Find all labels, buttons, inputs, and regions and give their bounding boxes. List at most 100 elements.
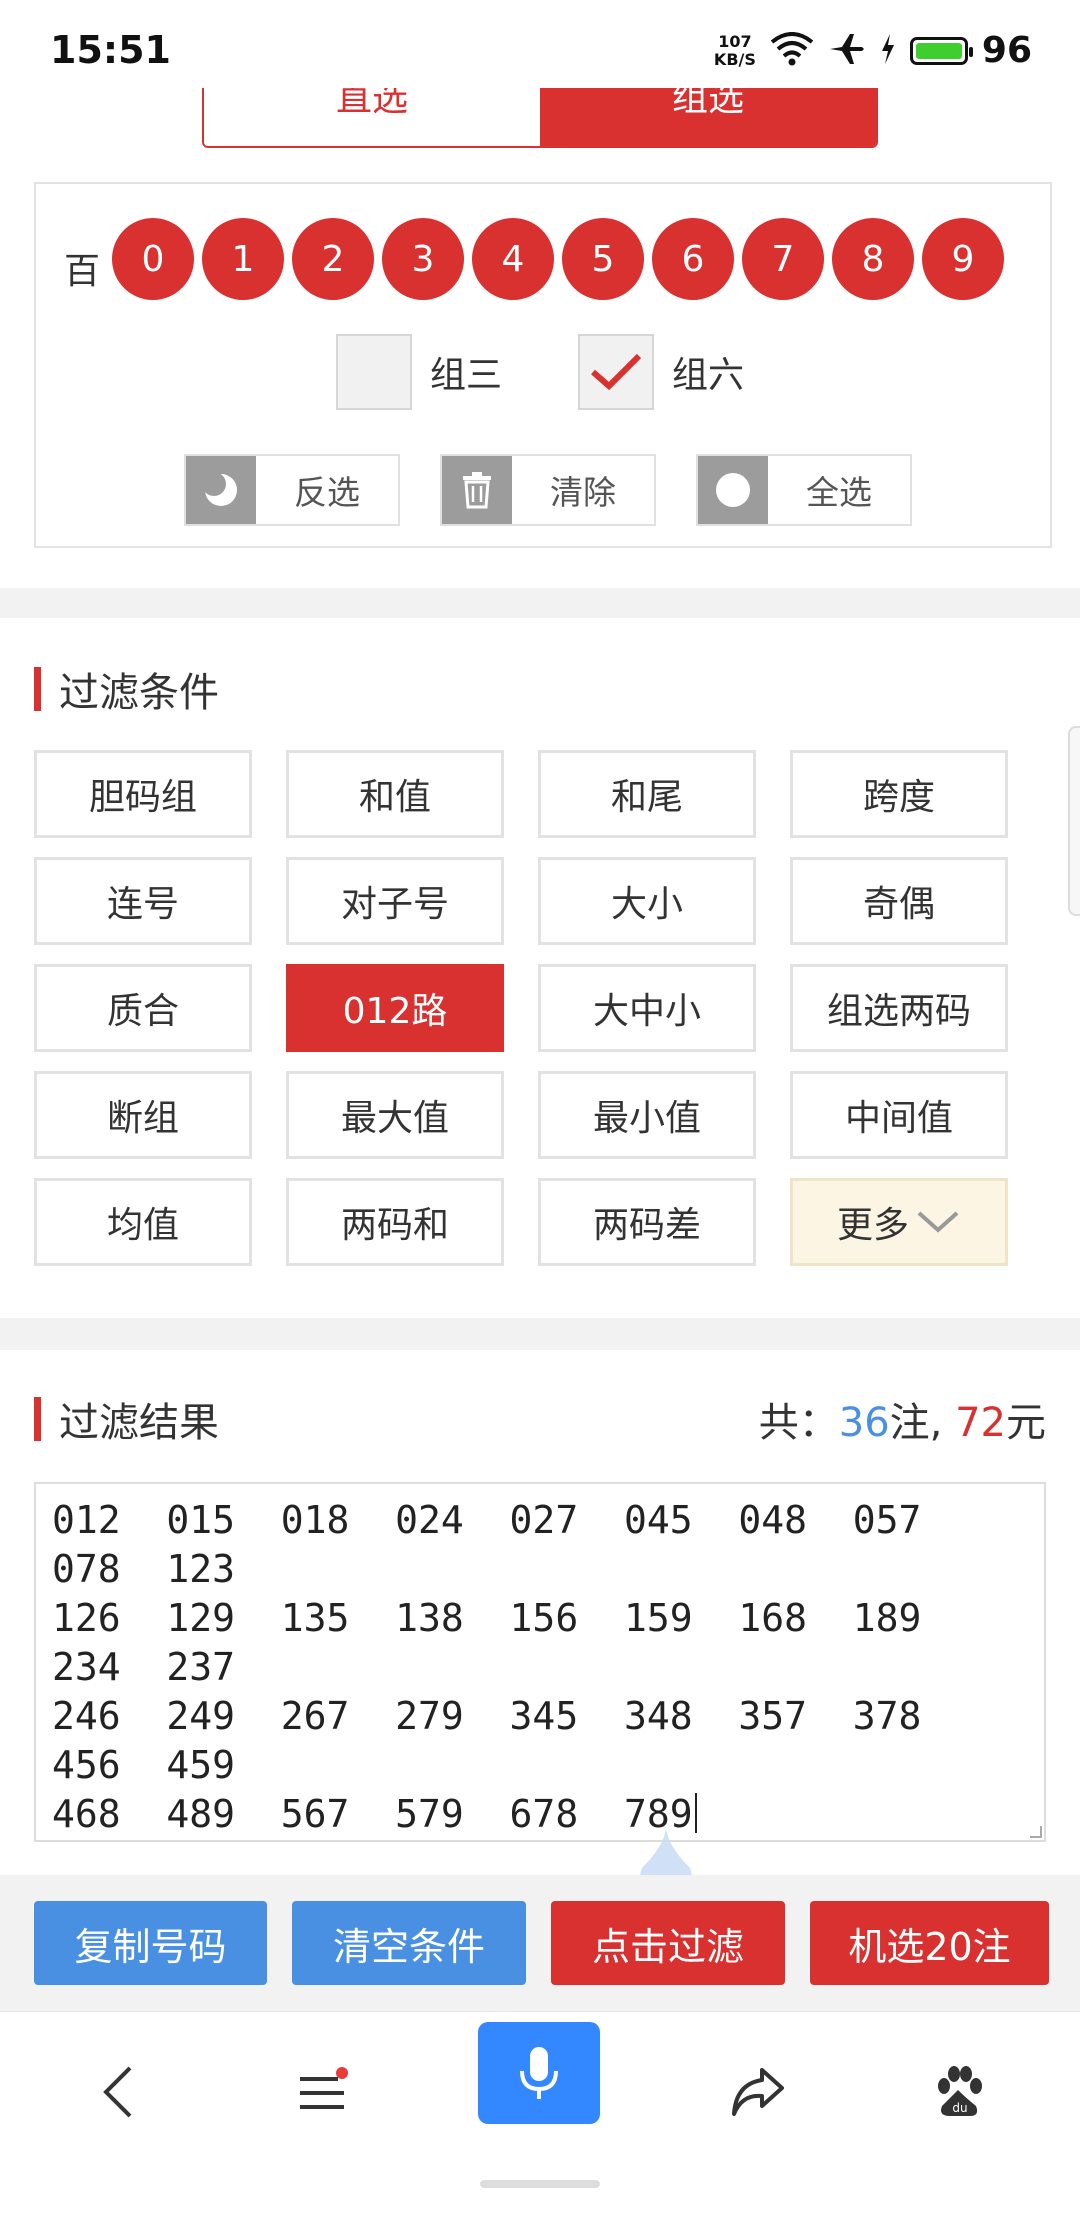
filter-item-two-code-diff[interactable]: 两码差: [538, 1178, 756, 1266]
result-section: 过滤结果 共：36注, 72元 012 015 018 024 027 045 …: [0, 1350, 1080, 1904]
battery-icon: [909, 36, 973, 65]
filter-item-big-mid-small[interactable]: 大中小: [538, 964, 756, 1052]
filter-item-012-route[interactable]: 012路: [286, 964, 504, 1052]
filter-item-max[interactable]: 最大值: [286, 1071, 504, 1159]
tab-group[interactable]: 组选: [540, 88, 876, 146]
filter-item-min[interactable]: 最小值: [538, 1071, 756, 1159]
battery-level: 96: [981, 30, 1032, 71]
home-indicator[interactable]: [480, 2180, 600, 2188]
check-group-three[interactable]: 组三: [336, 334, 502, 410]
filter-title: 过滤条件: [34, 660, 219, 718]
charging-icon: [880, 33, 896, 68]
ball-5[interactable]: 5: [562, 218, 644, 300]
ball-0[interactable]: 0: [112, 218, 194, 300]
microphone-icon: [520, 2047, 558, 2099]
ball-2[interactable]: 2: [292, 218, 374, 300]
copy-numbers-button[interactable]: 复制号码: [34, 1901, 267, 1985]
filter-item-span[interactable]: 跨度: [790, 750, 1008, 838]
filter-item-group-two-code[interactable]: 组选两码: [790, 964, 1008, 1052]
share-icon: [732, 2068, 784, 2116]
ball-4[interactable]: 4: [472, 218, 554, 300]
filter-item-odd-even[interactable]: 奇偶: [790, 857, 1008, 945]
filter-item-two-code-sum[interactable]: 两码和: [286, 1178, 504, 1266]
filter-item-dan-ma[interactable]: 胆码组: [34, 750, 252, 838]
ball-9[interactable]: 9: [922, 218, 1004, 300]
random-20-button[interactable]: 机选20注: [810, 1901, 1049, 1985]
status-time: 15:51: [50, 28, 171, 72]
checkbox-group-six[interactable]: [578, 334, 654, 410]
resize-handle[interactable]: [1030, 1826, 1042, 1838]
result-textarea[interactable]: 012 015 018 024 027 045 048 057 078 123 …: [34, 1482, 1046, 1904]
title-accent-bar: [34, 1397, 41, 1441]
total-prefix: 共：: [758, 1400, 839, 1446]
result-total: 共：36注, 72元: [759, 1390, 1046, 1448]
filter-item-big-small[interactable]: 大小: [538, 857, 756, 945]
net-speed-unit: KB/S: [713, 49, 756, 69]
filter-more-button[interactable]: 更多: [790, 1178, 1008, 1266]
title-accent-bar: [34, 667, 41, 711]
select-all-button[interactable]: 全选: [696, 454, 912, 526]
ball-6[interactable]: 6: [652, 218, 734, 300]
checkbox-group-three[interactable]: [336, 334, 412, 410]
clear-button[interactable]: 清除: [440, 454, 656, 526]
ball-7[interactable]: 7: [742, 218, 824, 300]
filter-item-break-group[interactable]: 断组: [34, 1071, 252, 1159]
chevron-down-icon: [917, 1211, 959, 1233]
tab-switch: 直选 组选: [202, 88, 878, 148]
filter-item-average[interactable]: 均值: [34, 1178, 252, 1266]
check-group-six[interactable]: 组六: [578, 334, 744, 410]
bet-count-unit: 注,: [889, 1400, 943, 1446]
clear-conditions-button[interactable]: 清空条件: [292, 1901, 526, 1985]
result-numbers-text: 012 015 018 024 027 045 048 057 078 123 …: [52, 1498, 922, 1836]
filter-item-consecutive[interactable]: 连号: [34, 857, 252, 945]
checkmark-icon: [591, 353, 642, 391]
status-bar: 15:51 107 KB/S 96: [0, 0, 1080, 100]
circle-icon: [698, 456, 768, 524]
bet-count: 36: [838, 1400, 890, 1446]
invert-select-label: 反选: [294, 473, 360, 512]
share-button[interactable]: [698, 2042, 818, 2142]
filter-item-prime-composite[interactable]: 质合: [34, 964, 252, 1052]
back-icon: [103, 2066, 132, 2118]
ball-8[interactable]: 8: [832, 218, 914, 300]
moon-icon: [186, 456, 256, 524]
clear-label: 清除: [550, 473, 616, 512]
back-button[interactable]: [58, 2042, 178, 2142]
side-scroll-handle[interactable]: [1068, 726, 1080, 916]
baidu-home-button[interactable]: du: [898, 2042, 1018, 2142]
result-title: 过滤结果: [34, 1390, 219, 1448]
check-label-group-three: 组三: [430, 355, 503, 396]
filter-title-text: 过滤条件: [59, 670, 219, 716]
net-speed-value: 107: [718, 31, 752, 51]
select-all-label: 全选: [806, 473, 872, 512]
browser-nav-bar: du: [0, 2011, 1080, 2232]
menu-button[interactable]: [262, 2042, 382, 2142]
ball-3[interactable]: 3: [382, 218, 464, 300]
ball-1[interactable]: 1: [202, 218, 284, 300]
baidu-paw-icon: du: [938, 2066, 982, 2116]
status-icons: 107 KB/S 96: [714, 30, 1032, 71]
invert-select-button[interactable]: 反选: [184, 454, 400, 526]
filter-section: 过滤条件 胆码组 和值 和尾 跨度 连号 对子号 大小 奇偶 质合 012路 大…: [0, 618, 1080, 1318]
row-label-hundreds: 百: [64, 251, 101, 292]
wifi-icon: [770, 31, 814, 70]
picker-area: 直选 组选 百 0 1 2 3 4 5 6 7 8 9 组三 组六 反选 清除 …: [0, 88, 1080, 588]
result-title-text: 过滤结果: [59, 1400, 219, 1446]
airplane-icon: [828, 32, 866, 70]
filter-item-pair[interactable]: 对子号: [286, 857, 504, 945]
amount-unit: 元: [1006, 1400, 1046, 1446]
number-picker: 百 0 1 2 3 4 5 6 7 8 9 组三 组六 反选 清除 全选: [34, 182, 1052, 548]
filter-item-middle[interactable]: 中间值: [790, 1071, 1008, 1159]
svg-text:du: du: [952, 2101, 967, 2115]
voice-search-button[interactable]: [478, 2022, 600, 2124]
tab-direct[interactable]: 直选: [204, 88, 540, 146]
filter-item-sum[interactable]: 和值: [286, 750, 504, 838]
filter-button[interactable]: 点击过滤: [551, 1901, 785, 1985]
result-numbers[interactable]: 012 015 018 024 027 045 048 057 078 123 …: [52, 1496, 1032, 1839]
amount: 72: [955, 1400, 1006, 1446]
menu-icon: [300, 2067, 348, 2109]
bottom-actions: 复制号码 清空条件 点击过滤 机选20注: [0, 1875, 1080, 2011]
trash-icon: [442, 456, 512, 524]
check-label-group-six: 组六: [672, 355, 745, 396]
filter-item-sum-tail[interactable]: 和尾: [538, 750, 756, 838]
